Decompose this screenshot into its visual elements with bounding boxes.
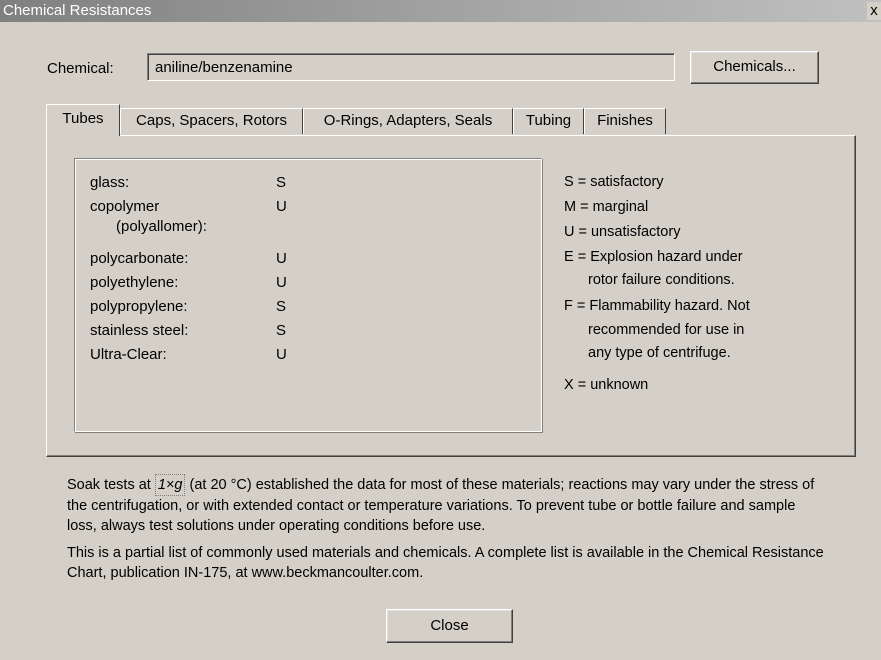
tab-finishes[interactable]: Finishes <box>584 108 666 134</box>
gravity-unit: 1×g <box>154 474 186 496</box>
material-rating: S <box>276 322 287 339</box>
chemical-field[interactable]: aniline/benzenamine <box>147 53 675 81</box>
legend-line: any type of centrifuge. <box>588 345 731 361</box>
close-button[interactable]: Close <box>386 609 513 643</box>
legend-line: S = satisfactory <box>564 174 664 190</box>
chemicals-button[interactable]: Chemicals... <box>690 51 819 84</box>
soak-test-note: Soak tests at 1×g (at 20 °C) established… <box>67 474 827 536</box>
material-rating: U <box>276 274 287 291</box>
soak-note-start: Soak tests at <box>67 477 155 493</box>
material-name-continued: (polyallomer): <box>116 218 207 235</box>
material-rating: S <box>276 174 287 191</box>
legend-line: rotor failure conditions. <box>588 272 735 288</box>
partial-list-note: This is a partial list of commonly used … <box>67 545 824 581</box>
material-rating: S <box>276 298 287 315</box>
legend-line: E = Explosion hazard under <box>564 249 743 265</box>
tab-tubing[interactable]: Tubing <box>513 108 584 134</box>
material-name: polyethylene: <box>90 274 179 291</box>
legend-line: X = unknown <box>564 377 649 393</box>
material-name: glass: <box>90 174 130 191</box>
tab-caps-spacers-rotors[interactable]: Caps, Spacers, Rotors <box>120 108 303 134</box>
tab-o-rings-adapters-seals[interactable]: O-Rings, Adapters, Seals <box>303 108 513 134</box>
legend-line: U = unsatisfactory <box>564 224 681 240</box>
window-title: Chemical Resistances <box>3 2 152 19</box>
material-rating: U <box>276 250 287 267</box>
material-name: Ultra-Clear: <box>90 346 167 363</box>
material-name: polypropylene: <box>90 298 188 315</box>
close-icon[interactable]: x <box>867 2 881 20</box>
material-rating: U <box>276 346 287 363</box>
chemical-label: Chemical: <box>47 60 114 77</box>
legend-line: F = Flammability hazard. Not <box>564 298 750 314</box>
legend-line: recommended for use in <box>588 322 745 338</box>
material-name: stainless steel: <box>90 322 189 339</box>
material-rating: U <box>276 198 287 215</box>
material-name: polycarbonate: <box>90 250 189 267</box>
title-bar: Chemical Resistances x <box>0 0 881 22</box>
legend-line: M = marginal <box>564 199 649 215</box>
tab-tubes[interactable]: Tubes <box>46 104 120 136</box>
material-name: copolymer <box>90 198 160 215</box>
